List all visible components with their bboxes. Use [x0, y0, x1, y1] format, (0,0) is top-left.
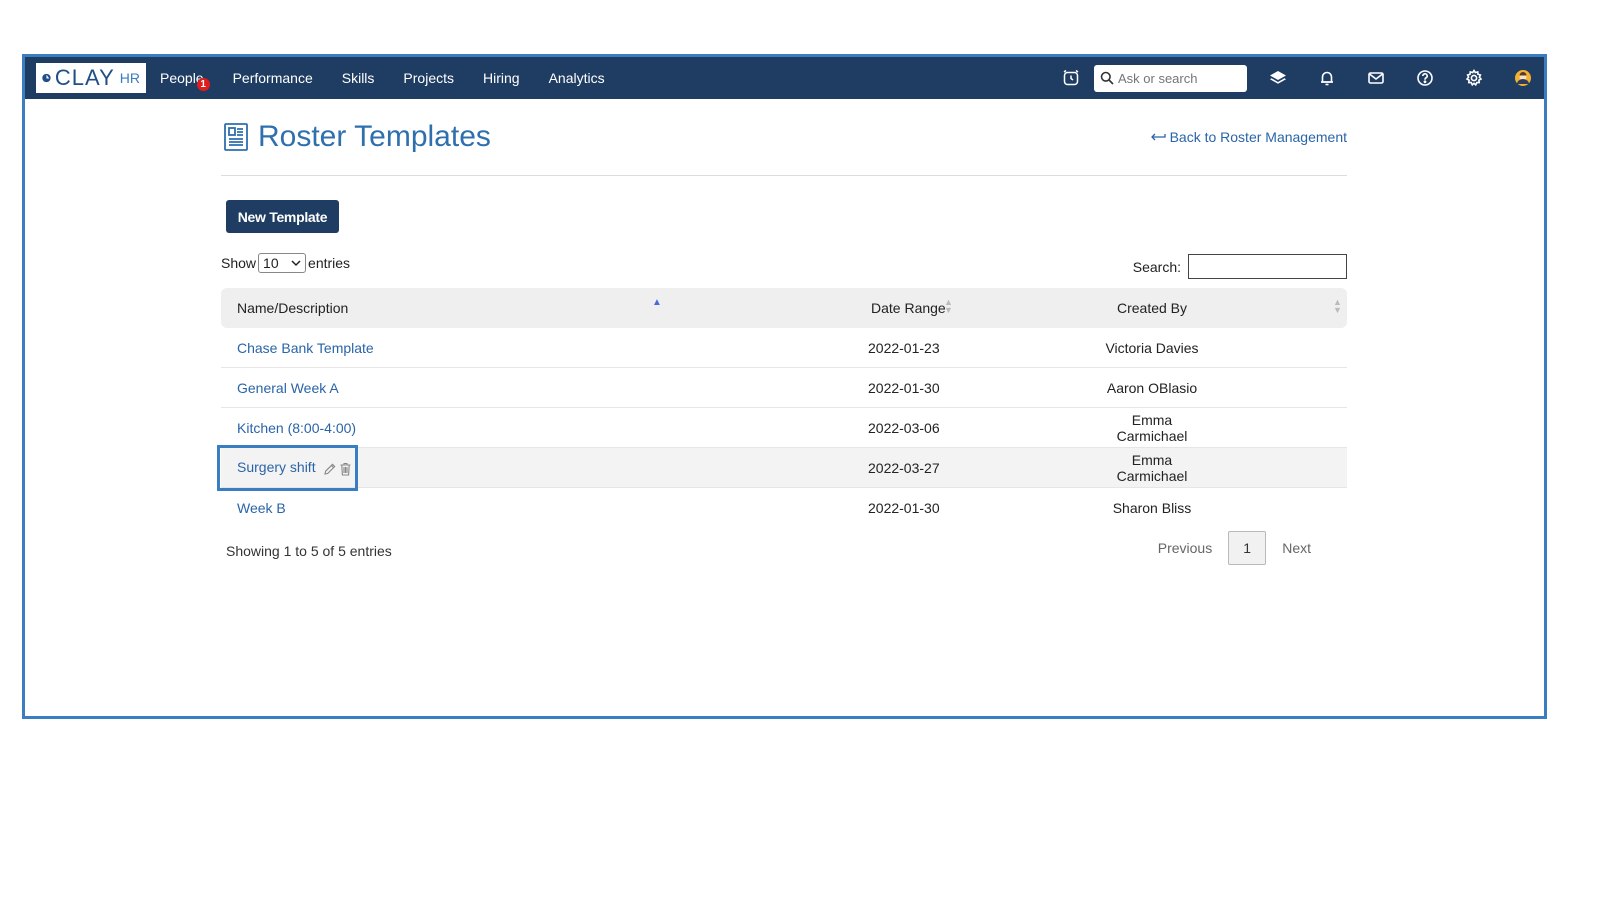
- template-name-link[interactable]: Week B: [237, 500, 286, 516]
- column-header-date-range[interactable]: Date Range: [871, 300, 946, 316]
- table-row: Chase Bank Template 2022-01-23 Victoria …: [221, 328, 1347, 368]
- nav-item-analytics[interactable]: Analytics: [549, 70, 605, 86]
- date-range-cell: 2022-01-30: [868, 500, 940, 516]
- sort-both-icon: ▲ ▼: [1333, 297, 1342, 315]
- logo-mark-icon: [42, 73, 51, 83]
- page-header: Roster Templates Back to Roster Manageme…: [221, 99, 1347, 176]
- show-label: Show: [221, 255, 257, 271]
- table-search: Search:: [1133, 254, 1347, 279]
- sort-both-icon: ▲ ▼: [944, 297, 953, 315]
- page-title: Roster Templates: [258, 120, 491, 153]
- search-icon: [1100, 71, 1114, 85]
- main-content: Roster Templates Back to Roster Manageme…: [217, 99, 1347, 565]
- template-name-link[interactable]: Surgery shift: [237, 459, 316, 475]
- created-by-cell: Sharon Bliss: [1112, 500, 1192, 516]
- entries-select-value: 10: [263, 255, 279, 271]
- logo-subtext: HR: [119, 70, 140, 86]
- nav-item-label: Analytics: [548, 70, 605, 86]
- table-row: General Week A 2022-01-30 Aaron OBlasio: [221, 368, 1347, 408]
- document-icon: [224, 123, 248, 151]
- sort-ascending-icon: ▲: [652, 297, 662, 308]
- trash-icon[interactable]: [339, 462, 352, 476]
- clayhr-logo[interactable]: CLAY HR: [36, 63, 146, 93]
- nav-item-label: Performance: [232, 70, 313, 86]
- pagination: Previous 1 Next: [1142, 531, 1327, 565]
- global-search-input[interactable]: [1118, 70, 1238, 86]
- nav-item-label: Skills: [341, 70, 375, 86]
- table-search-input[interactable]: [1188, 254, 1347, 279]
- date-range-cell: 2022-01-23: [868, 339, 940, 356]
- page-1-button[interactable]: 1: [1228, 531, 1267, 565]
- template-name-link[interactable]: Chase Bank Template: [237, 340, 374, 356]
- nav-item-label: Projects: [403, 70, 454, 86]
- template-name-link[interactable]: General Week A: [237, 380, 339, 396]
- main-nav: People 1 Performance Skills Projects Hir…: [160, 70, 634, 91]
- date-range-cell: 2022-03-27: [868, 459, 940, 476]
- table-row: Week B 2022-01-30 Sharon Bliss: [221, 488, 1347, 528]
- return-arrow-icon: [1150, 133, 1166, 141]
- search-label: Search:: [1132, 258, 1181, 275]
- notification-badge: 1: [196, 78, 210, 91]
- avatar[interactable]: [1512, 67, 1534, 89]
- created-by-cell: Emma Carmichael: [1116, 411, 1188, 444]
- clock-icon[interactable]: [1060, 67, 1082, 89]
- created-by-cell: Aaron OBlasio: [1106, 379, 1198, 396]
- back-to-roster-management-link[interactable]: Back to Roster Management: [1150, 129, 1347, 145]
- template-name-link[interactable]: Kitchen (8:00-4:00): [237, 420, 356, 436]
- entries-length-control: Show 10 entries: [221, 253, 350, 273]
- nav-actions: [1060, 64, 1534, 92]
- row-actions: [323, 462, 352, 476]
- new-template-button[interactable]: New Template: [226, 200, 339, 233]
- mail-icon[interactable]: [1365, 67, 1387, 89]
- nav-item-skills[interactable]: Skills: [342, 70, 375, 86]
- nav-item-performance[interactable]: Performance: [233, 70, 313, 86]
- next-page-button[interactable]: Next: [1266, 540, 1327, 556]
- table-info: Showing 1 to 5 of 5 entries: [226, 543, 392, 559]
- global-search[interactable]: [1094, 64, 1247, 92]
- nav-item-people[interactable]: People 1: [160, 70, 210, 91]
- chevron-down-icon: [291, 259, 301, 266]
- roster-templates-table: Name/Description ▲ Date Range ▲ ▼ Created…: [217, 288, 1347, 528]
- page-title-group: Roster Templates: [223, 120, 491, 154]
- table-header: Name/Description ▲ Date Range ▲ ▼ Created…: [221, 288, 1347, 328]
- nav-item-label: Hiring: [483, 70, 520, 86]
- bell-icon[interactable]: [1316, 67, 1338, 89]
- gear-icon[interactable]: [1463, 67, 1485, 89]
- created-by-cell: Emma Carmichael: [1116, 451, 1188, 484]
- entries-label: entries: [308, 255, 351, 271]
- table-row: Kitchen (8:00-4:00) 2022-03-06 Emma Carm…: [221, 408, 1347, 448]
- nav-item-hiring[interactable]: Hiring: [483, 70, 520, 86]
- logo-text: CLAY: [54, 65, 115, 90]
- date-range-cell: 2022-01-30: [868, 379, 940, 396]
- previous-page-button[interactable]: Previous: [1142, 540, 1228, 556]
- pencil-icon[interactable]: [323, 462, 336, 476]
- help-icon[interactable]: [1414, 67, 1436, 89]
- column-header-name[interactable]: Name/Description: [237, 300, 348, 316]
- table-row: Surgery shift 2022-03-27 Emma Carmichael: [217, 445, 1347, 491]
- back-link-label: Back to Roster Management: [1169, 129, 1347, 145]
- app-window: CLAY HR People 1 Performance Skills Proj…: [22, 54, 1547, 719]
- entries-select[interactable]: 10: [258, 253, 307, 273]
- layers-icon[interactable]: [1267, 67, 1289, 89]
- date-range-cell: 2022-03-06: [868, 419, 940, 436]
- column-header-created-by[interactable]: Created By: [1097, 300, 1207, 316]
- created-by-cell: Victoria Davies: [1105, 339, 1199, 356]
- top-navbar: CLAY HR People 1 Performance Skills Proj…: [25, 57, 1544, 99]
- nav-item-projects[interactable]: Projects: [403, 70, 454, 86]
